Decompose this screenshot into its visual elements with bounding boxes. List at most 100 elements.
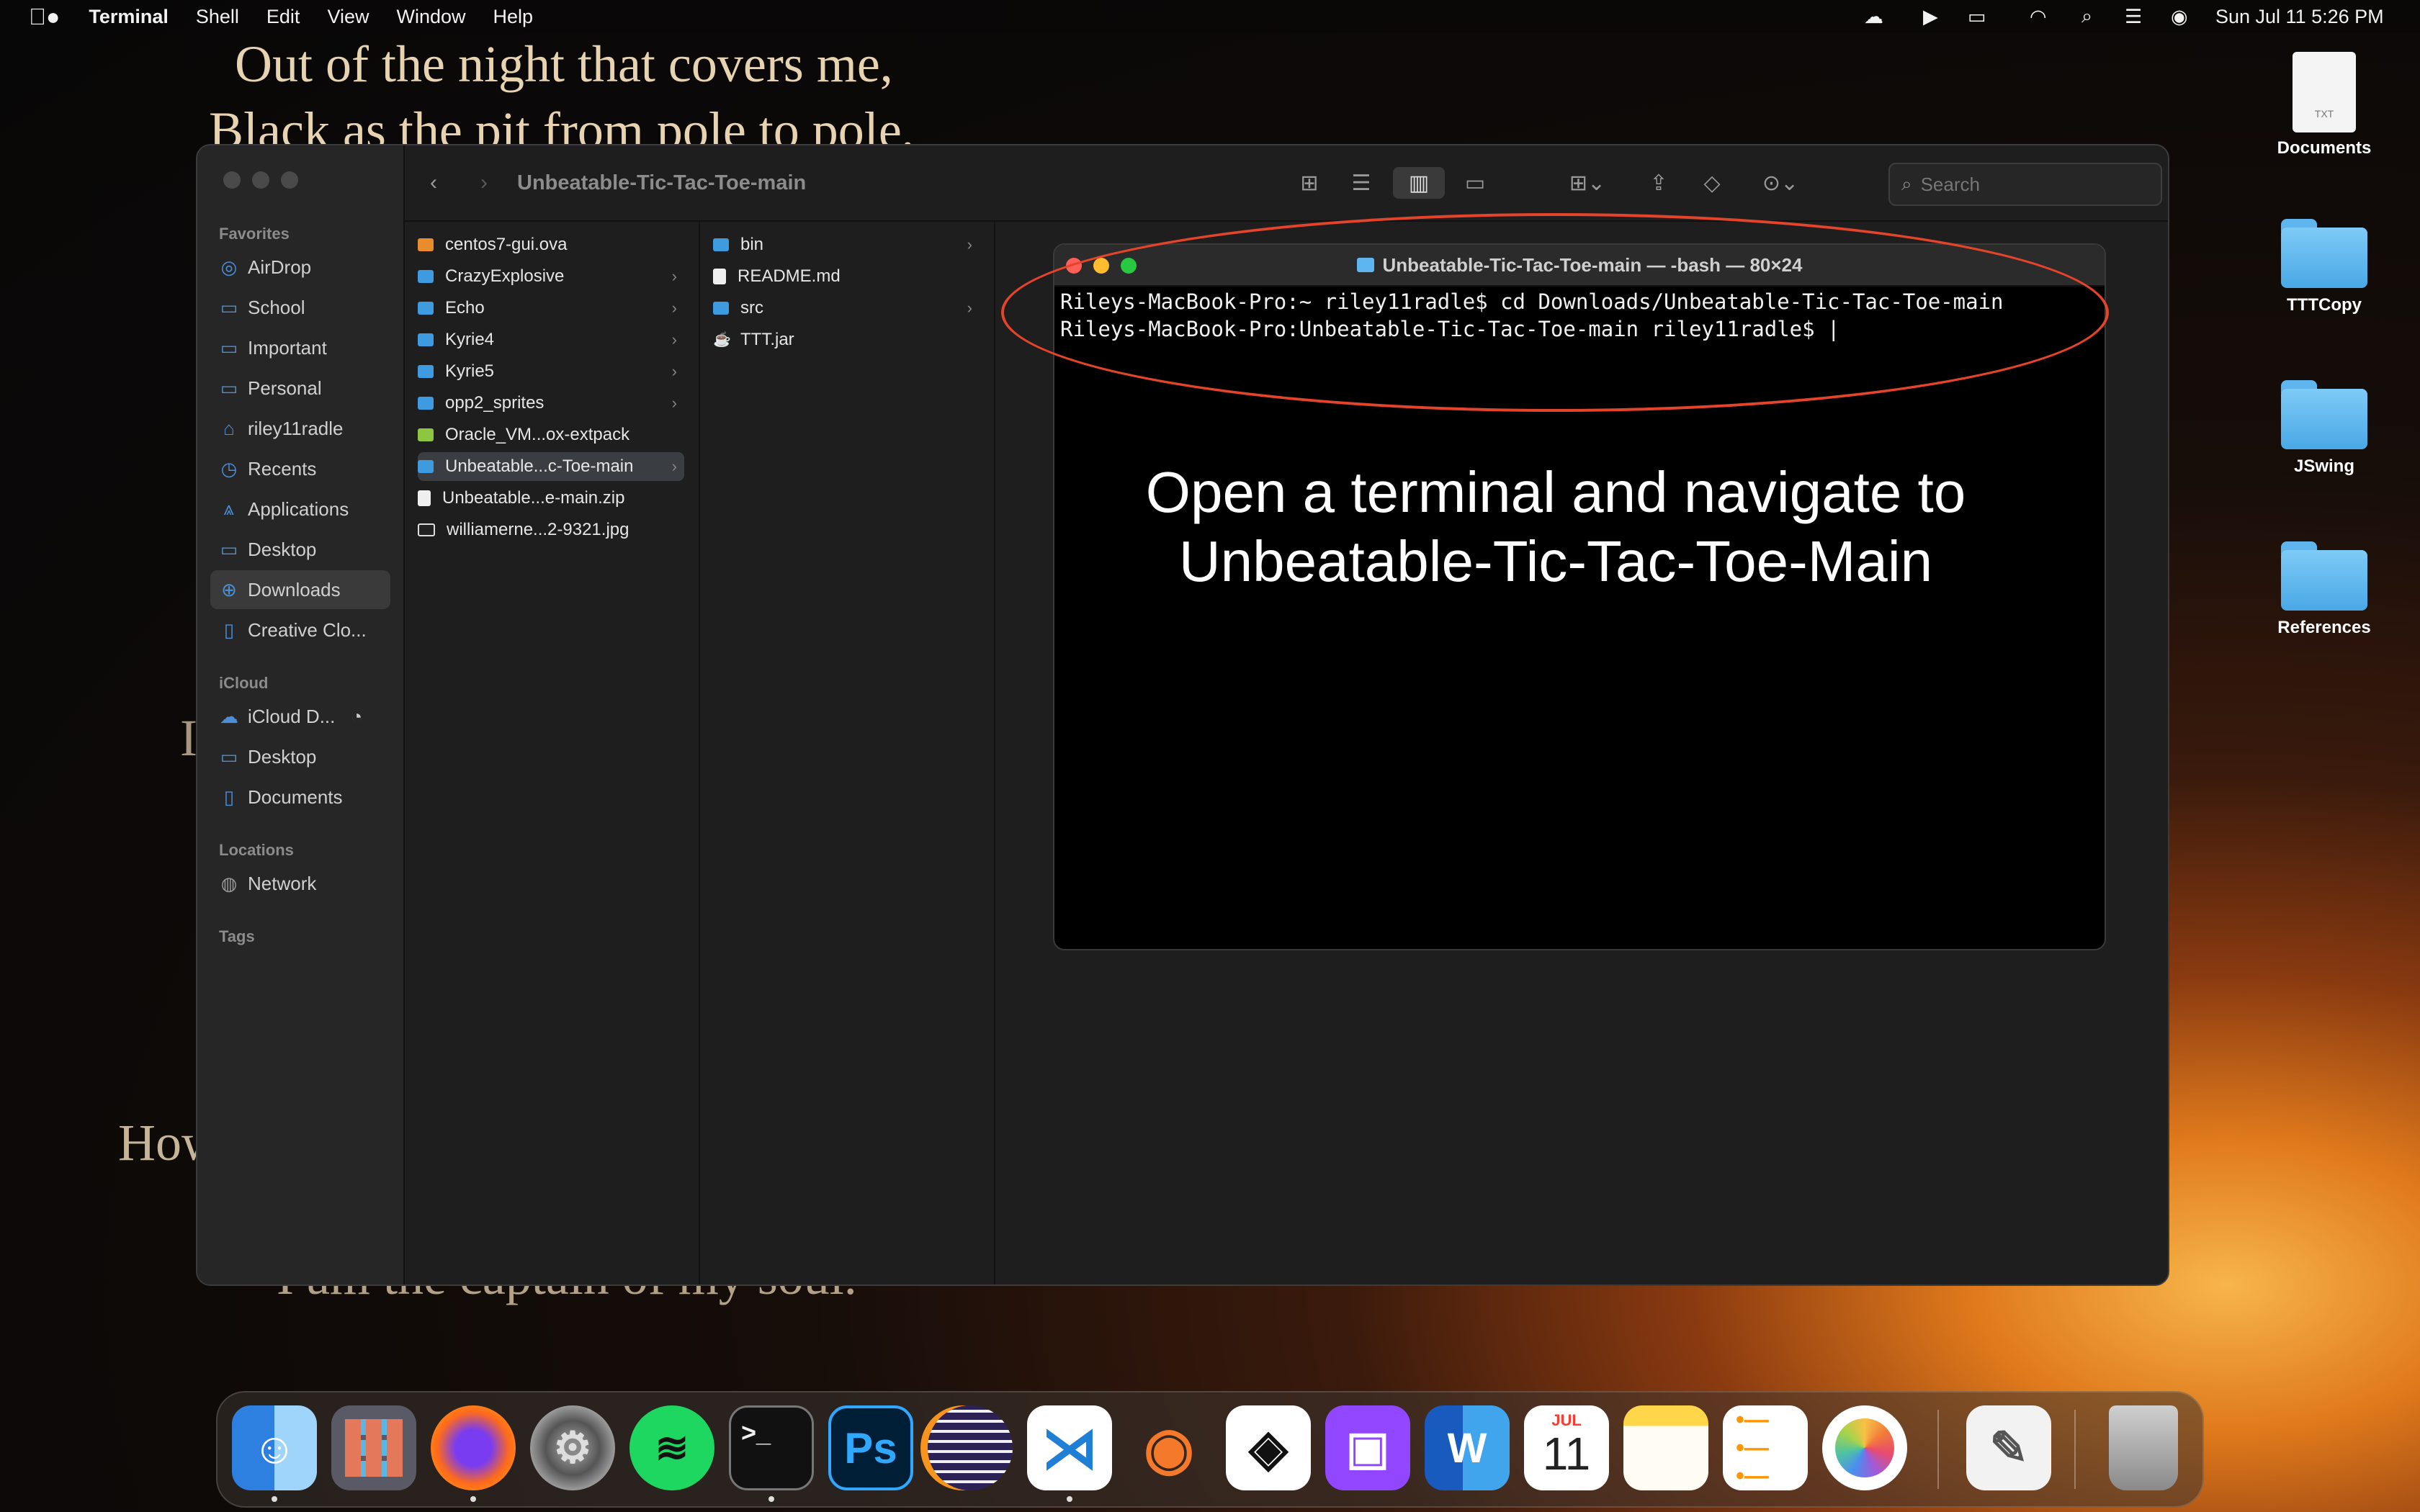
gallery-view-icon[interactable]: ▭ xyxy=(1455,167,1495,199)
unity-app-icon[interactable]: ◈ xyxy=(1226,1405,1311,1490)
word-app-icon[interactable]: W xyxy=(1425,1405,1510,1490)
sidebar-item-recents[interactable]: ◷ Recents xyxy=(210,449,390,488)
sidebar-item-icloud-desktop[interactable]: ▭ Desktop xyxy=(210,737,390,776)
sidebar-item-icloud-drive[interactable]: ☁ iCloud D... ◔ xyxy=(210,697,390,736)
wallpaper-poem-fragment-1: I xyxy=(180,709,197,767)
airdrop-icon: ◎ xyxy=(220,256,238,278)
menu-view[interactable]: View xyxy=(327,6,369,28)
menu-shell[interactable]: Shell xyxy=(196,6,239,28)
sidebar-item-personal[interactable]: ▭ Personal xyxy=(210,369,390,408)
siri-icon[interactable]: ◉ xyxy=(2171,0,2188,33)
sidebar-item-home[interactable]: ⌂ riley11radle xyxy=(210,409,390,448)
icon-view-icon[interactable]: ⊞ xyxy=(1289,167,1330,199)
wifi-icon[interactable]: ◠ xyxy=(2030,0,2047,33)
list-item[interactable]: README.md xyxy=(713,262,980,291)
vscode-app-icon[interactable]: ⋊ xyxy=(1027,1405,1112,1490)
sidebar-item-applications[interactable]: ⩓ Applications xyxy=(210,490,390,528)
column-view-icon[interactable]: ▥ xyxy=(1393,167,1445,199)
launchpad-app-icon[interactable] xyxy=(331,1405,416,1490)
play-status-icon[interactable]: ▶ xyxy=(1923,0,1938,33)
search-field[interactable]: ⌕ Search xyxy=(1888,163,2162,206)
spotlight-search-icon[interactable]: ⌕ xyxy=(2081,0,2092,33)
sidebar-section-locations: Locations xyxy=(219,841,294,859)
zoom-button[interactable] xyxy=(281,171,298,189)
list-item[interactable]: bin › xyxy=(713,230,980,259)
list-item-selected[interactable]: Unbeatable...c-Toe-main › xyxy=(418,452,684,481)
minimize-button[interactable] xyxy=(252,171,269,189)
desktop-icon: ▭ xyxy=(220,745,238,768)
terminal-app-icon[interactable]: >_ xyxy=(729,1405,814,1490)
sidebar-item-icloud-documents[interactable]: ▯ Documents xyxy=(210,778,390,816)
creative-cloud-status-icon[interactable]: ☁ xyxy=(1864,0,1883,33)
sidebar-item-creative-cloud[interactable]: ▯ Creative Clo... xyxy=(210,611,390,649)
menubar-clock[interactable]: Sun Jul 11 5:26 PM xyxy=(2215,0,2384,33)
folder-icon: ▭ xyxy=(220,296,238,318)
spotify-app-icon[interactable]: ≋ xyxy=(629,1405,714,1490)
close-button[interactable] xyxy=(223,171,241,189)
calendar-app-icon[interactable]: JUL 11 xyxy=(1524,1405,1609,1490)
trash-icon[interactable] xyxy=(2109,1405,2178,1490)
eclipse-app-icon[interactable] xyxy=(928,1405,1013,1490)
menu-app-terminal[interactable]: Terminal xyxy=(89,6,169,28)
list-item[interactable]: CrazyExplosive › xyxy=(418,262,684,291)
list-item[interactable]: Unbeatable...e-main.zip xyxy=(418,484,684,513)
running-indicator xyxy=(470,1496,476,1502)
running-indicator xyxy=(768,1496,774,1502)
chevron-right-icon: › xyxy=(967,299,972,317)
desktop-item-tttcopy[interactable]: TTTCopy xyxy=(2263,219,2385,315)
photos-app-icon[interactable] xyxy=(1822,1405,1907,1490)
share-icon[interactable]: ⇪ xyxy=(1641,167,1677,199)
wallpaper-poem-line-1: Out of the night that covers me, xyxy=(235,35,893,93)
forward-chevron-icon[interactable]: › xyxy=(470,167,498,199)
more-actions-icon[interactable]: ⊙⌄ xyxy=(1752,167,1809,199)
list-item[interactable]: centos7-gui.ova xyxy=(418,230,684,259)
java-jar-icon: ☕ xyxy=(713,332,731,348)
sidebar-item-important[interactable]: ▭ Important xyxy=(210,328,390,367)
back-chevron-icon[interactable]: ‹ xyxy=(419,167,448,199)
tag-icon[interactable]: ◇ xyxy=(1694,167,1730,199)
battery-icon[interactable]: ▭ xyxy=(1968,0,1986,33)
folder-icon xyxy=(713,302,729,315)
system-preferences-app-icon[interactable]: ⚙ xyxy=(530,1405,615,1490)
blender-app-icon[interactable]: ◉ xyxy=(1126,1405,1211,1490)
list-item[interactable]: Oracle_VM...ox-extpack xyxy=(418,420,684,449)
sidebar-item-desktop[interactable]: ▭ Desktop xyxy=(210,530,390,569)
apple-menu-icon[interactable]: ● xyxy=(29,4,60,30)
finder-sidebar: Favorites ◎ AirDrop ▭ School ▭ Important ▭ P… xyxy=(197,145,405,1284)
desktop-item-jswing[interactable]: JSwing xyxy=(2263,380,2385,477)
menu-edit[interactable]: Edit xyxy=(266,6,300,28)
menu-help[interactable]: Help xyxy=(493,6,534,28)
list-item[interactable]: Echo › xyxy=(418,294,684,323)
reminders-app-icon[interactable]: •— •— •— xyxy=(1723,1405,1808,1490)
list-item[interactable]: williamerne...2-9321.jpg xyxy=(418,516,684,544)
control-center-icon[interactable]: ☰ xyxy=(2125,0,2142,33)
desktop-item-references[interactable]: References xyxy=(2263,541,2385,638)
list-item[interactable]: Kyrie5 › xyxy=(418,357,684,386)
desktop-item-label: TTTCopy xyxy=(2287,295,2362,315)
list-view-icon[interactable]: ☰ xyxy=(1341,167,1381,199)
sidebar-section-tags: Tags xyxy=(219,927,255,945)
list-item[interactable]: opp2_sprites › xyxy=(418,389,684,418)
sidebar-item-network[interactable]: ◍ Network xyxy=(210,864,390,903)
menu-window[interactable]: Window xyxy=(396,6,465,28)
group-by-icon[interactable]: ⊞⌄ xyxy=(1559,167,1616,199)
document-icon: ▯ xyxy=(223,786,235,808)
firefox-app-icon[interactable] xyxy=(431,1405,516,1490)
notes-app-icon[interactable] xyxy=(1623,1405,1708,1490)
instruction-caption: Open a terminal and navigate to Unbeatab… xyxy=(1059,458,2053,596)
finder-column-project: bin › README.md src › ☕ TTT.jar xyxy=(700,220,995,1284)
list-item[interactable]: Kyrie4 › xyxy=(418,325,684,354)
sidebar-item-downloads[interactable]: ⊕ Downloads xyxy=(210,570,390,609)
textedit-app-icon[interactable]: ✎ xyxy=(1966,1405,2051,1490)
list-item[interactable]: src › xyxy=(713,294,980,323)
twitch-app-icon[interactable]: ▣ xyxy=(1325,1405,1410,1490)
finder-app-icon[interactable]: ☺ xyxy=(232,1405,317,1490)
sidebar-item-school[interactable]: ▭ School xyxy=(210,288,390,327)
folder-icon: ▭ xyxy=(220,377,238,399)
list-item[interactable]: ☕ TTT.jar xyxy=(713,325,980,354)
sidebar-item-airdrop[interactable]: ◎ AirDrop xyxy=(210,248,390,287)
desktop-item-documents[interactable]: TXT Documents xyxy=(2263,52,2385,158)
folder-icon xyxy=(418,397,434,410)
photoshop-app-icon[interactable]: Ps xyxy=(828,1405,913,1490)
sidebar-section-favorites: Favorites xyxy=(219,225,290,243)
